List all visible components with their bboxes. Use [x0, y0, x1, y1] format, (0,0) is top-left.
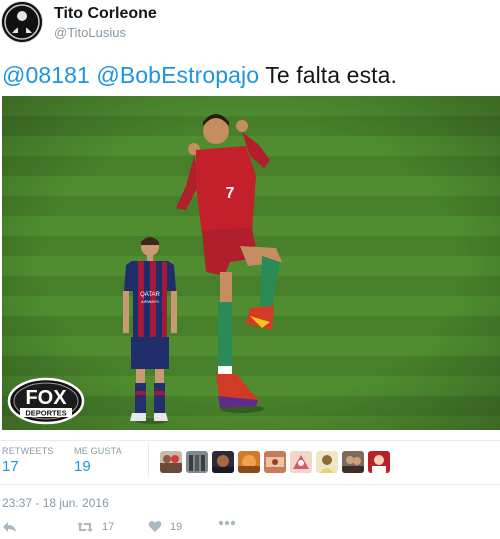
heart-icon — [148, 521, 162, 532]
liker-avatar[interactable] — [316, 451, 338, 473]
photo-illustration: QATAR AIRWAYS 7 FOX DEPORTES — [2, 96, 500, 430]
username[interactable]: @TitoLusius — [54, 25, 126, 40]
liker-avatar[interactable] — [368, 451, 390, 473]
like-count: 19 — [170, 520, 183, 533]
display-name[interactable]: Tito Corleone — [54, 5, 157, 23]
retweet-icon — [77, 522, 93, 532]
retweets-label: RETWEETS — [2, 446, 54, 456]
logo-text-top: FOX — [25, 387, 67, 409]
retweets-count[interactable]: 17 — [2, 458, 19, 475]
stats-separator — [148, 442, 149, 478]
fox-deportes-logo: FOX DEPORTES — [7, 377, 85, 425]
likes-count[interactable]: 19 — [74, 458, 91, 475]
shirt-sponsor-text-2: AIRWAYS — [141, 299, 159, 304]
liker-avatar[interactable] — [342, 451, 364, 473]
liker-avatar[interactable] — [264, 451, 286, 473]
liker-avatar[interactable] — [290, 451, 312, 473]
avatar-image — [2, 2, 42, 42]
shirt-number: 7 — [226, 185, 235, 202]
liker-avatar[interactable] — [212, 451, 234, 473]
shirt-sponsor-text: QATAR — [140, 292, 160, 298]
mention-link[interactable]: @BobEstropajo — [96, 62, 259, 88]
mention-link[interactable]: @08181 — [2, 62, 90, 88]
tweet-card: Tito Corleone @TitoLusius @08181 @BobEst… — [0, 0, 500, 539]
logo-text-bottom: DEPORTES — [25, 409, 66, 418]
tweet-text: @08181 @BobEstropajo Te falta esta. — [2, 62, 397, 89]
like-button[interactable]: 19 — [148, 520, 182, 533]
liker-avatar[interactable] — [238, 451, 260, 473]
divider — [0, 484, 500, 485]
tweet-photo[interactable]: QATAR AIRWAYS 7 FOX DEPORTES — [2, 96, 500, 430]
retweet-count: 17 — [102, 521, 115, 533]
more-icon — [218, 520, 236, 526]
reply-button[interactable] — [2, 520, 18, 534]
reply-icon — [3, 522, 16, 532]
liker-avatar[interactable] — [160, 451, 182, 473]
likes-label: ME GUSTA — [74, 446, 122, 456]
liker-avatar[interactable] — [186, 451, 208, 473]
retweet-button[interactable]: 17 — [76, 520, 114, 534]
avatar[interactable] — [1, 1, 43, 43]
more-button[interactable] — [218, 520, 236, 526]
timestamp[interactable]: 23:37 - 18 jun. 2016 — [2, 496, 109, 510]
divider — [0, 440, 500, 441]
tweet-body: Te falta esta. — [265, 62, 398, 88]
